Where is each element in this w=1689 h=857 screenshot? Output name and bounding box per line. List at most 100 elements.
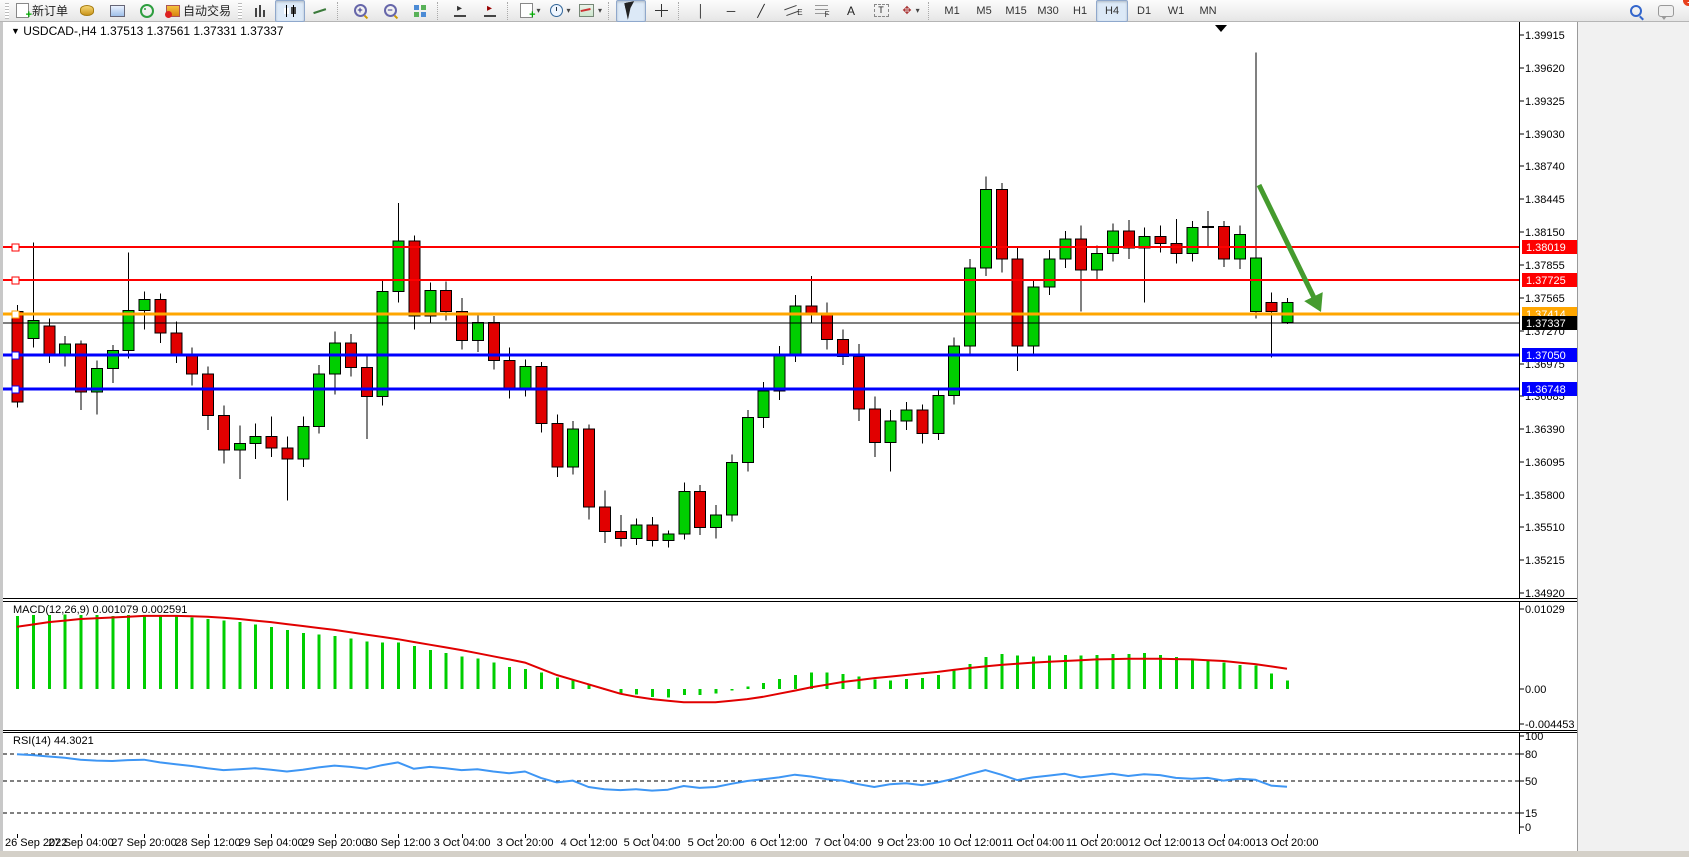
notifications-button[interactable]: 1 (1651, 0, 1681, 22)
macd-indicator-panel[interactable]: MACD(12,26,9) 0.001079 0.002591 0.010290… (3, 601, 1580, 731)
line-chart-button[interactable] (305, 0, 335, 22)
axis-tick-label: 1.39325 (1525, 96, 1565, 108)
cursor-tool-button[interactable] (616, 0, 646, 22)
axis-tick-label: 1.37855 (1525, 260, 1565, 272)
candle (1250, 258, 1261, 312)
notification-badge: 1 (1683, 0, 1689, 6)
candle (266, 437, 277, 448)
candle (361, 367, 372, 396)
candle (44, 326, 55, 354)
axis-tick-label: 1.39030 (1525, 129, 1565, 141)
text-tool-button[interactable]: A (836, 0, 866, 22)
candle (282, 448, 293, 459)
candle (314, 374, 325, 427)
bar-chart-button[interactable] (245, 0, 275, 22)
timeframe-button-W1[interactable]: W1 (1160, 0, 1192, 22)
new-order-button[interactable]: 新订单 (12, 0, 72, 22)
zoom-in-button[interactable]: + (345, 0, 375, 22)
price-axis[interactable]: 1008050150 (1520, 733, 1544, 834)
candle (1187, 228, 1198, 254)
candle (853, 356, 864, 409)
timeframe-button-H4[interactable]: H4 (1096, 0, 1128, 22)
timeframe-button-M1[interactable]: M1 (936, 0, 968, 22)
chart-shift-button[interactable] (445, 0, 475, 22)
tile-windows-button[interactable] (405, 0, 435, 22)
signals-button[interactable] (132, 0, 162, 22)
chart-shift-icon (454, 5, 466, 17)
price-chart-panel[interactable]: 1.399151.396201.393251.390301.387401.384… (3, 22, 1580, 599)
svg-text:1.36748: 1.36748 (1526, 384, 1566, 396)
candlestick-chart-button[interactable] (275, 0, 305, 22)
vertical-line-icon: │ (697, 5, 705, 17)
line-handle[interactable] (12, 386, 19, 393)
axis-tick-label: 1.35510 (1525, 522, 1565, 534)
drawn-arrow[interactable] (1259, 185, 1317, 303)
timeframe-button-M15[interactable]: M15 (1000, 0, 1032, 22)
vertical-line-tool-button[interactable]: │ (686, 0, 716, 22)
time-axis[interactable]: 26 Sep 202227 Sep 04:0027 Sep 20:0028 Se… (3, 834, 1580, 851)
timeframe-button-M5[interactable]: M5 (968, 0, 1000, 22)
candle (726, 462, 737, 515)
autotrading-label: 自动交易 (183, 2, 231, 19)
toolbar-separator (608, 2, 614, 20)
market-depth-icon (80, 5, 94, 16)
crosshair-tool-button[interactable] (646, 0, 676, 22)
price-tag: 1.37725 (1522, 273, 1577, 287)
price-chart-canvas[interactable]: 1.399151.396201.393251.390301.387401.384… (3, 22, 1580, 598)
timeframe-button-D1[interactable]: D1 (1128, 0, 1160, 22)
depth-of-market-button[interactable] (72, 0, 102, 22)
line-handle[interactable] (12, 352, 19, 359)
price-tag: 1.37050 (1522, 348, 1577, 362)
channel-tool-button[interactable] (776, 0, 806, 22)
search-button[interactable] (1621, 0, 1651, 22)
zoom-out-button[interactable]: − (375, 0, 405, 22)
candle (980, 190, 991, 268)
autotrading-button[interactable]: 自动交易 (162, 0, 235, 22)
chart-collapse-icon[interactable]: ▼ (11, 26, 20, 36)
axis-tick-label: 1.36390 (1525, 424, 1565, 436)
svg-text:1.37725: 1.37725 (1526, 275, 1566, 287)
macd-main-value: 0.001079 (92, 604, 138, 616)
candle (203, 374, 214, 415)
horizontal-line-tool-button[interactable]: ─ (716, 0, 746, 22)
toolbar-separator (337, 2, 343, 20)
candle (1107, 231, 1118, 253)
fibonacci-tool-button[interactable] (806, 0, 836, 22)
timeframe-button-M30[interactable]: M30 (1032, 0, 1064, 22)
candle (139, 299, 150, 310)
price-axis[interactable]: 0.010290.00-0.004453 (1520, 602, 1575, 730)
trendline-icon: ╱ (757, 5, 764, 17)
terminal-button[interactable] (102, 0, 132, 22)
auto-scroll-button[interactable] (475, 0, 505, 22)
candle (869, 409, 880, 443)
new-order-icon (16, 3, 29, 18)
text-label-tool-button[interactable]: T (866, 0, 896, 22)
clock-icon (550, 4, 563, 17)
price-tag: 1.38019 (1522, 240, 1577, 254)
timeframe-button-H1[interactable]: H1 (1064, 0, 1096, 22)
candle (1203, 227, 1214, 228)
macd-canvas[interactable]: 0.010290.00-0.004453 (3, 602, 1580, 730)
candle (155, 299, 166, 333)
templates-button[interactable]: ▾ (575, 0, 606, 22)
signal-icon (140, 4, 154, 18)
text-icon: A (847, 5, 855, 17)
candle (552, 423, 563, 467)
line-chart-icon (314, 5, 327, 16)
candle (76, 344, 87, 392)
timeframe-button-MN[interactable]: MN (1192, 0, 1224, 22)
new-chart-button[interactable]: ▾ (515, 0, 545, 22)
candle (758, 391, 769, 418)
axis-tick-label: 50 (1525, 776, 1537, 788)
periods-button[interactable]: ▾ (545, 0, 575, 22)
chart-shift-marker[interactable] (1215, 25, 1227, 32)
candle (107, 351, 118, 369)
rsi-indicator-panel[interactable]: RSI(14) 44.3021 1008050150 (3, 732, 1580, 835)
rsi-canvas[interactable]: 1008050150 (3, 733, 1580, 834)
arrows-tool-button[interactable]: ✥▾ (896, 0, 926, 22)
line-handle[interactable] (12, 277, 19, 284)
candle (1076, 239, 1087, 270)
line-handle[interactable] (12, 311, 19, 318)
line-handle[interactable] (12, 244, 19, 251)
trendline-tool-button[interactable]: ╱ (746, 0, 776, 22)
